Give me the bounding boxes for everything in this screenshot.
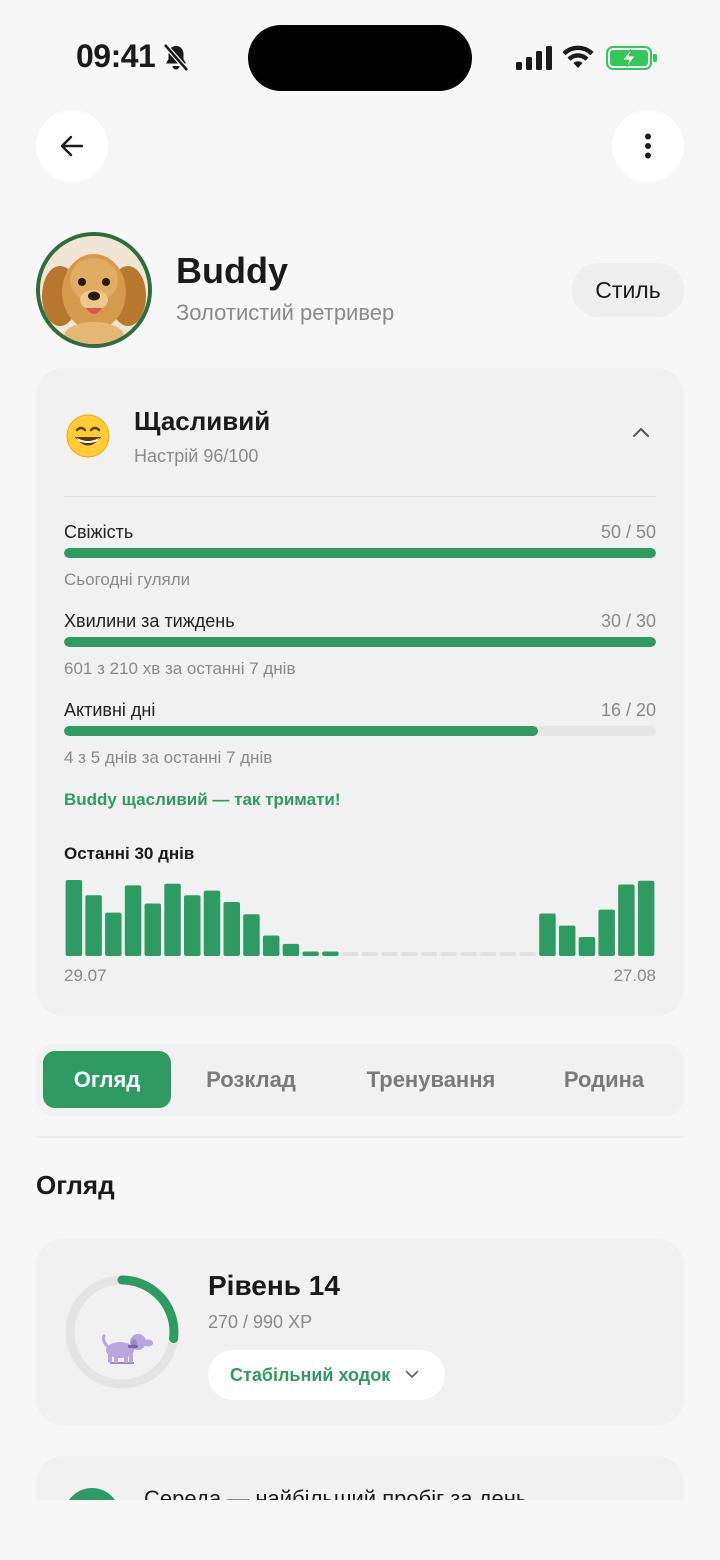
chart-bar [65, 880, 83, 956]
chart-bar-empty [499, 952, 517, 956]
signal-icon [516, 46, 552, 70]
chart-bar [598, 909, 615, 956]
mood-card: Щасливий Настрій 96/100 Свіжість 50 / 50… [36, 368, 684, 1016]
metric-progress-track [64, 637, 656, 647]
metric-label: Хвилини за тиждень [64, 611, 235, 631]
metric-progress-fill [64, 726, 538, 736]
happy-message: Buddy щасливий — так тримати! [64, 790, 341, 809]
dog-photo-icon [40, 236, 148, 344]
level-card[interactable]: Рівень 14 270 / 990 XP Стабільний ходок [36, 1238, 684, 1426]
metric-value: 30 / 30 [600, 611, 656, 631]
chart-bar [578, 937, 596, 956]
chart-bar-empty [401, 952, 418, 956]
level-title: Рівень 14 [208, 1270, 340, 1301]
metric-progress-track [64, 726, 656, 736]
chart-bar [322, 951, 339, 956]
metric-label: Свіжість [64, 522, 134, 542]
level-xp: 270 / 990 XP [208, 1312, 313, 1332]
arrow-left-icon [60, 135, 84, 157]
chevron-up-icon[interactable] [632, 426, 650, 438]
more-vertical-icon [645, 133, 651, 159]
activity-bar-chart [65, 880, 655, 956]
chart-end-date: 27.08 [613, 966, 656, 985]
metric-progress-fill [64, 548, 656, 558]
chart-bar [558, 925, 576, 956]
chart-bar [203, 890, 221, 956]
metric-note: Сьогодні гуляли [64, 570, 191, 589]
chart-bar [223, 902, 240, 956]
chart-bar-empty [519, 952, 536, 956]
chart-bar-empty [480, 952, 497, 956]
metric-note: 4 з 5 днів за останні 7 днів [64, 748, 273, 767]
divider [64, 496, 656, 497]
chevron-down-icon [405, 1370, 419, 1378]
metric-value: 16 / 20 [600, 700, 656, 720]
chart-bar [637, 880, 655, 956]
chart-bar-empty [381, 952, 398, 956]
chart-bar [262, 935, 280, 956]
chart-bar [243, 914, 260, 956]
chart-bar [164, 883, 181, 956]
chart-title: Останні 30 днів [64, 844, 195, 863]
pet-breed: Золотистий ретривер [176, 300, 395, 325]
bell-muted-icon [163, 43, 189, 72]
chart-bar [144, 903, 162, 956]
insight-card[interactable]: Середа — найбільший пробіг за день [36, 1456, 684, 1500]
xp-progress-ring [65, 1275, 179, 1389]
metric-note: 601 з 210 хв за останні 7 днів [64, 659, 296, 678]
level-badge-label: Стабільний ходок [230, 1364, 391, 1385]
status-bar: 09:41 [0, 0, 720, 110]
insight-text: Середа — найбільший пробіг за день [144, 1486, 528, 1500]
tabs-divider [36, 1136, 684, 1138]
tab-family[interactable]: Родина [541, 1051, 667, 1108]
pet-avatar[interactable] [36, 232, 152, 348]
chart-bar [618, 884, 635, 956]
tab-schedule[interactable]: Розклад [186, 1051, 316, 1108]
insight-icon [64, 1488, 120, 1500]
level-badge-dropdown[interactable]: Стабільний ходок [208, 1350, 445, 1400]
wifi-icon [562, 45, 594, 68]
status-time: 09:41 [76, 38, 156, 74]
chart-start-date: 29.07 [64, 966, 107, 985]
tab-training[interactable]: Тренування [336, 1051, 526, 1108]
chart-bar-empty [341, 952, 359, 956]
metric-progress-fill [64, 637, 656, 647]
more-menu-button[interactable] [612, 110, 684, 182]
metric-progress-track [64, 548, 656, 558]
chart-bar [539, 913, 556, 956]
mood-title: Щасливий [134, 406, 271, 436]
back-button[interactable] [36, 110, 108, 182]
mood-score: Настрій 96/100 [134, 446, 259, 466]
tab-bar: Огляд Розклад Тренування Родина [36, 1044, 684, 1116]
dynamic-island [248, 25, 472, 91]
chart-bar [105, 912, 122, 956]
bottom-safe-area [0, 1500, 720, 1560]
dog-mascot-icon [101, 1334, 153, 1364]
chart-bar [85, 895, 102, 956]
chart-bar-empty [440, 952, 458, 956]
chart-bar [124, 885, 142, 956]
grinning-face-icon [66, 414, 110, 458]
pet-name: Buddy [176, 250, 288, 291]
chart-bar [282, 943, 300, 956]
chart-bar-empty [361, 952, 379, 956]
metric-label: Активні дні [64, 700, 156, 720]
chart-bar [302, 951, 319, 956]
metric-value: 50 / 50 [600, 522, 656, 542]
chart-bar-empty [420, 952, 438, 956]
battery-charging-icon [606, 46, 657, 70]
tab-overview[interactable]: Огляд [43, 1051, 171, 1108]
chart-bar-empty [460, 952, 477, 956]
section-title: Огляд [36, 1170, 115, 1200]
chart-bar [184, 895, 201, 956]
style-button[interactable]: Стиль [572, 263, 684, 317]
